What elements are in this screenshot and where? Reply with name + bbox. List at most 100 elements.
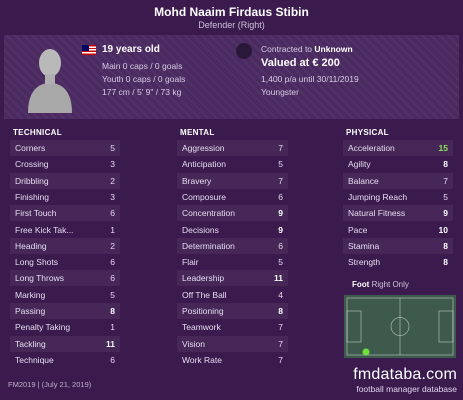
attribute-value: 6	[110, 257, 115, 268]
attribute-value: 5	[110, 289, 115, 300]
attribute-row: Strength 8	[343, 254, 453, 270]
attribute-row: Long Shots 6	[10, 254, 120, 270]
attribute-name: Decisions	[182, 224, 219, 235]
attribute-row: Heading 2	[10, 237, 120, 254]
attribute-value: 8	[443, 159, 448, 170]
attribute-name: Flair	[182, 257, 199, 268]
attribute-name: Technique	[15, 354, 54, 365]
attribute-row: Passing 8	[10, 303, 120, 319]
attribute-name: Jumping Reach	[348, 191, 408, 202]
attribute-row: Technique 6	[10, 352, 120, 368]
attribute-value: 6	[110, 354, 115, 365]
player-age: 19 years old	[102, 44, 160, 55]
attribute-row: Crossing 3	[10, 156, 120, 172]
attribute-value: 7	[278, 322, 283, 333]
attribute-value: 6	[278, 240, 283, 251]
attribute-row: Off The Ball 4	[177, 287, 288, 303]
position-marker	[362, 348, 370, 356]
attribute-name: Off The Ball	[182, 289, 227, 300]
mental-heading: MENTAL	[180, 128, 215, 137]
player-value: Valued at € 200	[261, 57, 340, 69]
foot-value: Right Only	[371, 280, 409, 289]
attribute-row: Tackling 11	[10, 335, 120, 352]
attribute-name: First Touch	[15, 208, 57, 219]
attribute-name: Long Throws	[15, 273, 64, 284]
attribute-row: Balance 7	[343, 172, 453, 189]
attribute-row: Jumping Reach 5	[343, 189, 453, 205]
attribute-name: Penalty Taking	[15, 322, 71, 333]
attribute-name: Free Kick Tak...	[15, 224, 74, 235]
attribute-value: 7	[278, 143, 283, 153]
attribute-name: Leadership	[182, 273, 225, 284]
attribute-value: 1	[110, 322, 115, 333]
attribute-row: Corners 5	[10, 140, 120, 156]
person-silhouette-icon	[28, 49, 72, 113]
contract-type: Youngster	[261, 87, 299, 97]
contract-status: Contracted to Unknown	[261, 44, 353, 54]
site-logo[interactable]: fmdataba.com	[353, 366, 457, 384]
height-weight: 177 cm / 5' 9" / 73 kg	[102, 87, 182, 97]
attribute-row: Composure 6	[177, 189, 288, 205]
attribute-value: 2	[110, 240, 115, 251]
attribute-name: Finishing	[15, 191, 50, 202]
attribute-row: Vision 7	[177, 335, 288, 352]
attribute-row: Flair 5	[177, 254, 288, 270]
attribute-value: 4	[278, 289, 283, 300]
main-caps: Main 0 caps / 0 goals	[102, 61, 183, 71]
player-position: Defender (Right)	[198, 20, 265, 30]
attribute-value: 3	[110, 191, 115, 202]
attribute-row: Penalty Taking 1	[10, 319, 120, 335]
attribute-name: Crossing	[15, 159, 49, 170]
attribute-row: Work Rate 7	[177, 352, 288, 368]
foot-label: Foot	[352, 280, 370, 289]
attribute-row: Acceleration 15	[343, 140, 453, 156]
attribute-name: Bravery	[182, 175, 212, 186]
attribute-value: 8	[443, 257, 448, 268]
attribute-row: Decisions 9	[177, 222, 288, 238]
attribute-value: 8	[110, 306, 115, 316]
attribute-row: Determination 6	[177, 237, 288, 254]
attribute-value: 7	[278, 354, 283, 365]
physical-heading: PHYSICAL	[346, 128, 389, 137]
attribute-name: Balance	[348, 175, 379, 186]
attribute-name: Determination	[182, 240, 235, 251]
attribute-name: Stamina	[348, 240, 380, 251]
attribute-row: Teamwork 7	[177, 319, 288, 335]
attribute-row: Free Kick Tak... 1	[10, 222, 120, 238]
attribute-name: Acceleration	[348, 143, 395, 153]
attribute-name: Anticipation	[182, 159, 226, 170]
player-header: Mohd Naaim Firdaus Stibin Defender (Righ…	[0, 0, 463, 34]
contract-club[interactable]: Unknown	[314, 44, 352, 54]
attribute-name: Work Rate	[182, 354, 222, 365]
position-pitch	[344, 295, 456, 358]
attribute-value: 2	[110, 175, 115, 186]
attribute-row: Long Throws 6	[10, 270, 120, 287]
bio-panel: 19 years old Main 0 caps / 0 goals Youth…	[4, 35, 459, 119]
attribute-value: 9	[443, 208, 448, 219]
attribute-value: 5	[443, 191, 448, 202]
attribute-name: Dribbling	[15, 175, 49, 186]
attribute-row: Concentration 9	[177, 205, 288, 222]
attribute-name: Tackling	[15, 338, 46, 349]
player-name: Mohd Naaim Firdaus Stibin	[154, 5, 309, 19]
attribute-value: 11	[274, 273, 283, 284]
attribute-value: 15	[438, 143, 448, 153]
malaysia-flag-icon	[82, 45, 96, 55]
attribute-name: Positioning	[182, 306, 224, 316]
attribute-value: 1	[110, 224, 115, 235]
attribute-name: Marking	[15, 289, 46, 300]
attribute-name: Strength	[348, 257, 381, 268]
attribute-row: Aggression 7	[177, 140, 288, 156]
attribute-value: 5	[110, 143, 115, 153]
attribute-row: Natural Fitness 9	[343, 205, 453, 222]
attribute-name: Pace	[348, 224, 368, 235]
club-badge-icon[interactable]	[236, 43, 252, 59]
attribute-value: 9	[278, 224, 283, 235]
attribute-name: Long Shots	[15, 257, 59, 268]
attribute-row: Anticipation 5	[177, 156, 288, 172]
attribute-name: Corners	[15, 143, 46, 153]
attribute-value: 10	[438, 224, 448, 235]
attribute-name: Agility	[348, 159, 371, 170]
contract-label: Contracted to	[261, 44, 313, 54]
attribute-value: 6	[110, 208, 115, 219]
